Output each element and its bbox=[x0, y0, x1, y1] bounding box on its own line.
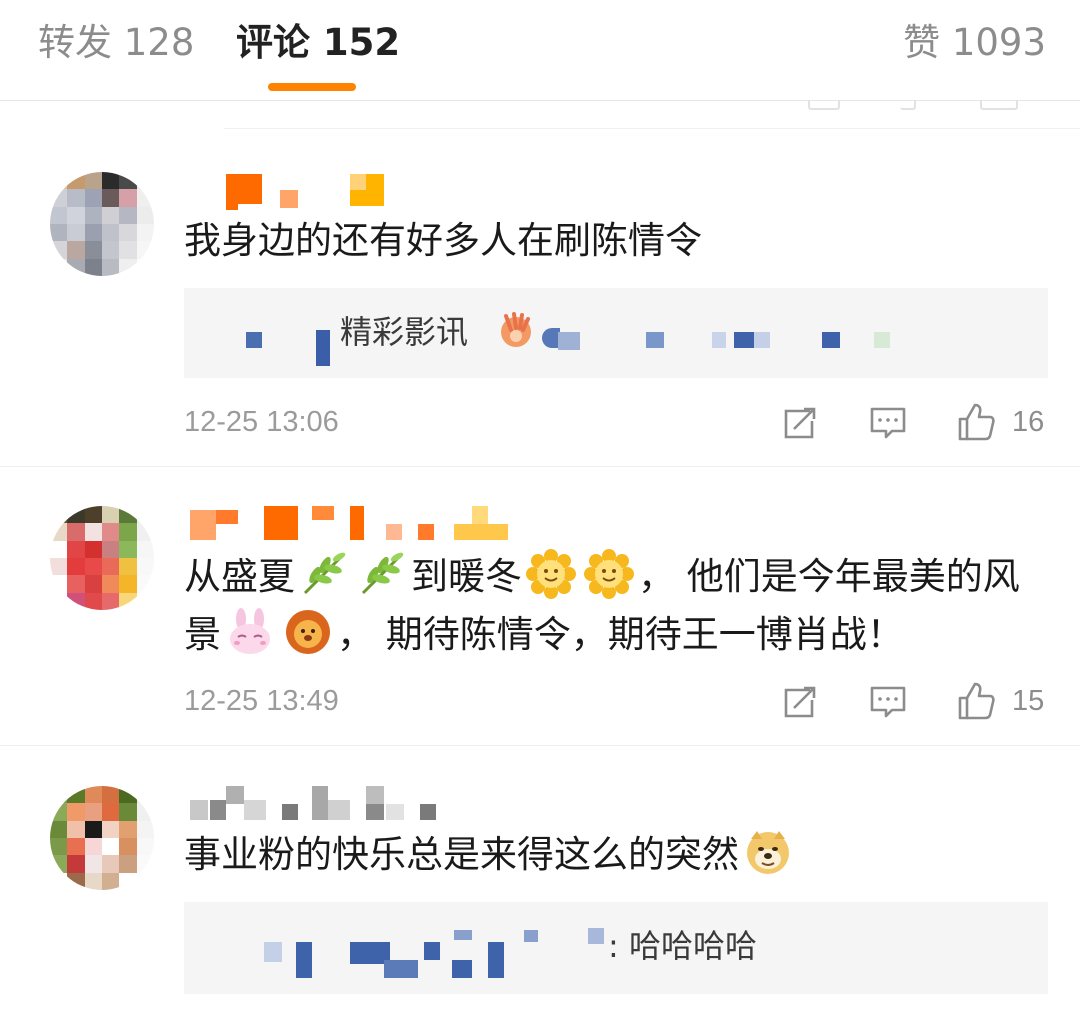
clapping-hands-icon bbox=[501, 312, 531, 347]
reply-text: : 哈哈哈哈 bbox=[608, 927, 757, 965]
comment-icon[interactable] bbox=[868, 403, 908, 443]
avatar[interactable] bbox=[50, 786, 154, 890]
like-count: 16 bbox=[1012, 406, 1045, 438]
tab-forward[interactable]: 转发 128 bbox=[38, 18, 194, 68]
text-part: 到暖冬 bbox=[411, 555, 522, 598]
bunny-icon bbox=[230, 608, 270, 654]
sunflower-icon bbox=[584, 549, 634, 599]
lion-icon bbox=[286, 610, 330, 654]
thumbs-up-icon[interactable] bbox=[956, 681, 996, 721]
comment-text: 我身边的还有好多人在刷陈情令 bbox=[184, 219, 702, 262]
divider bbox=[224, 128, 1080, 129]
scrolled-comment-icon bbox=[900, 100, 916, 110]
comment-timestamp: 12-25 13:06 bbox=[184, 406, 339, 438]
thumbs-up-icon[interactable] bbox=[956, 402, 996, 442]
avatar[interactable] bbox=[50, 172, 154, 276]
comment-text: 从盛夏 到暖冬， 他们是今年最美的风景， 期待陈情令，期待王一博肖战！ bbox=[184, 548, 1054, 664]
repost-icon[interactable] bbox=[780, 403, 820, 443]
scrolled-repost-icon bbox=[808, 100, 840, 110]
text-part: 事业粉的快乐总是来得这么的突然 bbox=[184, 833, 739, 876]
comment-text: 事业粉的快乐总是来得这么的突然 bbox=[184, 826, 1054, 884]
divider bbox=[0, 466, 1080, 467]
username[interactable] bbox=[190, 506, 520, 542]
divider bbox=[0, 745, 1080, 746]
tab-likes[interactable]: 赞 1093 bbox=[903, 18, 1046, 68]
reply-box[interactable]: 精彩影讯 bbox=[184, 288, 1048, 378]
username[interactable] bbox=[190, 174, 390, 210]
username[interactable] bbox=[190, 786, 450, 822]
comment-icon[interactable] bbox=[868, 682, 908, 722]
like-count: 15 bbox=[1012, 685, 1045, 717]
sunflower-icon bbox=[526, 549, 576, 599]
tab-comments[interactable]: 评论 152 bbox=[236, 18, 400, 68]
comment-timestamp: 12-25 13:49 bbox=[184, 685, 339, 717]
doge-icon bbox=[747, 831, 789, 874]
scrolled-like-icon bbox=[980, 100, 1018, 110]
reply-author: 精彩影讯 bbox=[340, 313, 469, 351]
avatar[interactable] bbox=[50, 506, 154, 610]
text-part: ， 期待陈情令，期待王一博肖战！ bbox=[337, 613, 904, 656]
leaf-icon bbox=[361, 552, 404, 595]
active-tab-indicator bbox=[268, 83, 356, 91]
text-part: 从盛夏 bbox=[184, 555, 295, 598]
reply-box[interactable]: : 哈哈哈哈 bbox=[184, 902, 1048, 994]
tab-bar: 转发 128 评论 152 赞 1093 bbox=[0, 0, 1080, 101]
repost-icon[interactable] bbox=[780, 682, 820, 722]
leaf-icon bbox=[303, 552, 346, 595]
